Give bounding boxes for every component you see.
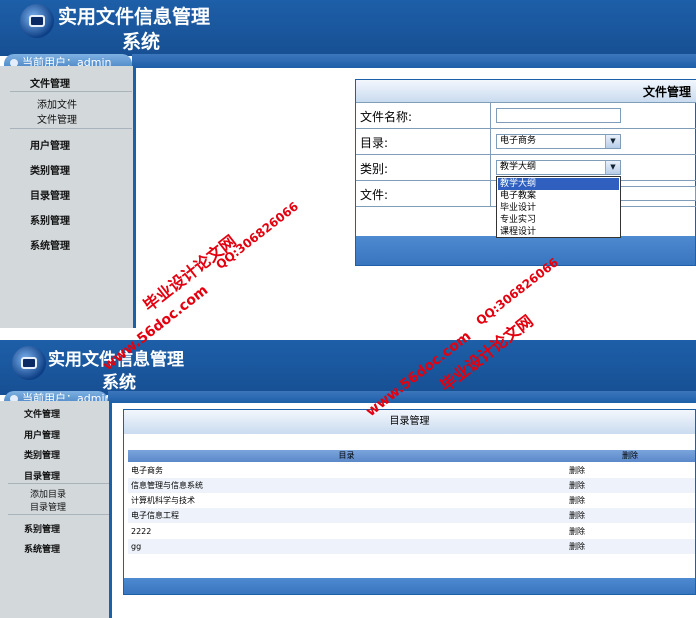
app-logo-icon bbox=[12, 346, 46, 380]
bottom-sidebar: 文件管理 用户管理 类别管理 目录管理 添加目录 目录管理 系别管理 系统管理 bbox=[0, 401, 112, 618]
directory-cell: 信息管理与信息系统 bbox=[131, 481, 203, 490]
category-select[interactable]: 教学大纲 ▼ bbox=[496, 160, 621, 175]
table-row: gg 删除 bbox=[128, 539, 695, 554]
nav-file-management[interactable]: 文件管理 bbox=[24, 407, 60, 420]
filename-label: 文件名称: bbox=[360, 110, 413, 124]
file-label: 文件: bbox=[360, 188, 389, 202]
category-option[interactable]: 毕业设计 bbox=[498, 202, 619, 214]
nav-system-management[interactable]: 系统管理 bbox=[24, 542, 60, 555]
category-option[interactable]: 电子教案 bbox=[498, 190, 619, 202]
directory-cell: 计算机科学与技术 bbox=[131, 496, 195, 505]
nav-add-file[interactable]: 添加文件 bbox=[37, 96, 77, 111]
nav-directory-management[interactable]: 目录管理 bbox=[30, 187, 70, 202]
delete-link[interactable]: 删除 bbox=[569, 493, 585, 508]
directory-table-title: 目录管理 bbox=[124, 410, 695, 434]
top-subheader-strip bbox=[132, 54, 696, 68]
top-header: 实用文件信息管理 系统 bbox=[0, 0, 696, 56]
chevron-down-icon[interactable]: ▼ bbox=[605, 161, 620, 174]
column-header-directory: 目录 bbox=[128, 450, 565, 462]
nav-user-management[interactable]: 用户管理 bbox=[24, 428, 60, 441]
chevron-down-icon[interactable]: ▼ bbox=[605, 135, 620, 148]
nav-directory-management[interactable]: 目录管理 bbox=[24, 469, 60, 482]
app-title-line1: 实用文件信息管理 bbox=[58, 6, 211, 28]
table-row: 电子信息工程 删除 bbox=[128, 508, 695, 523]
app-title-line2: 系统 bbox=[122, 31, 161, 53]
file-upload-input[interactable] bbox=[620, 186, 696, 201]
nav-add-directory[interactable]: 添加目录 bbox=[30, 487, 66, 500]
directory-cell: gg bbox=[131, 542, 142, 551]
nav-system-management[interactable]: 系统管理 bbox=[30, 237, 70, 252]
category-dropdown-list: 教学大纲 电子教案 毕业设计 专业实习 课程设计 bbox=[496, 176, 621, 238]
table-row: 信息管理与信息系统 删除 bbox=[128, 478, 695, 493]
directory-table-panel: 目录管理 目录 删除 电子商务 删除 信息管理与信息系统 删除 计算机科学与技术… bbox=[123, 409, 696, 595]
nav-user-management[interactable]: 用户管理 bbox=[30, 137, 70, 152]
category-option[interactable]: 课程设计 bbox=[498, 226, 619, 238]
directory-cell: 2222 bbox=[131, 527, 152, 536]
nav-category-management[interactable]: 类别管理 bbox=[24, 448, 60, 461]
delete-link[interactable]: 删除 bbox=[569, 524, 585, 539]
directory-label: 目录: bbox=[360, 136, 389, 150]
table-row: 电子商务 删除 bbox=[128, 463, 695, 478]
file-form-title-bar: 文件管理 bbox=[356, 80, 696, 102]
directory-cell: 电子商务 bbox=[131, 466, 163, 475]
delete-link[interactable]: 删除 bbox=[569, 463, 585, 478]
category-label: 类别: bbox=[360, 162, 389, 176]
nav-file-management[interactable]: 文件管理 bbox=[30, 75, 70, 90]
category-option[interactable]: 教学大纲 bbox=[498, 178, 619, 190]
category-option[interactable]: 专业实习 bbox=[498, 214, 619, 226]
top-sidebar: 文件管理 添加文件 文件管理 用户管理 类别管理 目录管理 系别管理 系统管理 bbox=[0, 66, 136, 328]
filename-input[interactable] bbox=[496, 108, 621, 123]
directory-cell: 电子信息工程 bbox=[131, 511, 179, 520]
file-form-footer bbox=[356, 236, 695, 265]
app-title-line2: 系统 bbox=[102, 373, 136, 393]
delete-link[interactable]: 删除 bbox=[569, 478, 585, 493]
delete-link[interactable]: 删除 bbox=[569, 508, 585, 523]
delete-link[interactable]: 删除 bbox=[569, 539, 585, 554]
directory-select[interactable]: 电子商务 ▼ bbox=[496, 134, 621, 149]
table-row: 2222 删除 bbox=[128, 524, 695, 539]
nav-department-management[interactable]: 系别管理 bbox=[30, 212, 70, 227]
nav-directory-list[interactable]: 目录管理 bbox=[30, 500, 66, 513]
column-header-delete: 删除 bbox=[565, 450, 695, 462]
file-form-title: 文件管理 bbox=[642, 85, 691, 99]
table-row: 计算机科学与技术 删除 bbox=[128, 493, 695, 508]
nav-file-list[interactable]: 文件管理 bbox=[37, 111, 77, 126]
directory-table-footer bbox=[124, 578, 695, 594]
app-logo-icon bbox=[20, 4, 54, 38]
nav-category-management[interactable]: 类别管理 bbox=[30, 162, 70, 177]
category-select-value: 教学大纲 bbox=[500, 162, 537, 172]
directory-select-value: 电子商务 bbox=[500, 136, 537, 146]
nav-department-management[interactable]: 系别管理 bbox=[24, 522, 60, 535]
